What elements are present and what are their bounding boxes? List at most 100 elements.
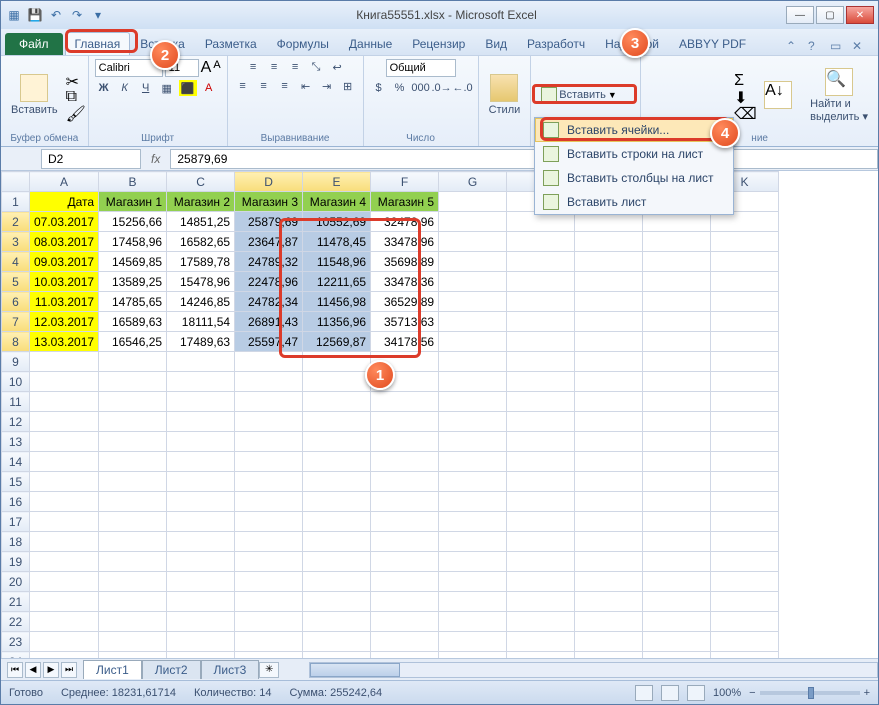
font-color-icon[interactable]: A [200, 80, 218, 96]
cell[interactable] [643, 332, 711, 352]
cell[interactable] [439, 452, 507, 472]
decrease-decimal-icon[interactable]: ←.0 [454, 80, 472, 96]
cell[interactable] [371, 572, 439, 592]
cell[interactable] [167, 552, 235, 572]
cell[interactable] [439, 432, 507, 452]
menu-insert-rows[interactable]: Вставить строки на лист [535, 142, 733, 166]
cell[interactable]: 11548,96 [303, 252, 371, 272]
sheet-tab-2[interactable]: Лист2 [142, 660, 201, 679]
cell[interactable]: 12.03.2017 [30, 312, 99, 332]
cell[interactable] [303, 632, 371, 652]
cell[interactable] [507, 612, 575, 632]
cell[interactable] [439, 472, 507, 492]
close-button[interactable]: ✕ [846, 6, 874, 24]
cell[interactable] [711, 312, 779, 332]
styles-button[interactable]: Стили [485, 72, 525, 118]
cell[interactable] [575, 352, 643, 372]
cell[interactable] [99, 532, 167, 552]
tab-developer[interactable]: Разработч [517, 32, 595, 55]
cell[interactable] [167, 452, 235, 472]
cell[interactable] [711, 572, 779, 592]
cell[interactable] [99, 372, 167, 392]
cell[interactable]: 12569,87 [303, 332, 371, 352]
sheet-tab-3[interactable]: Лист3 [201, 660, 260, 679]
cell[interactable] [711, 612, 779, 632]
cell[interactable] [99, 352, 167, 372]
cell[interactable] [30, 372, 99, 392]
col-header-D[interactable]: D [235, 172, 303, 192]
cell[interactable] [507, 312, 575, 332]
cell[interactable] [235, 572, 303, 592]
cell[interactable] [643, 532, 711, 552]
cell[interactable] [371, 532, 439, 552]
cell[interactable] [711, 272, 779, 292]
cell[interactable] [439, 212, 507, 232]
zoom-in-button[interactable]: + [864, 687, 870, 699]
cell[interactable] [575, 592, 643, 612]
cell[interactable] [643, 552, 711, 572]
row-header-23[interactable]: 23 [2, 632, 30, 652]
cell[interactable]: 33478,96 [371, 232, 439, 252]
align-right-icon[interactable]: ≡ [276, 78, 294, 94]
row-header-2[interactable]: 2 [2, 212, 30, 232]
row-header-20[interactable]: 20 [2, 572, 30, 592]
cell[interactable] [303, 492, 371, 512]
col-header-C[interactable]: C [167, 172, 235, 192]
cell[interactable] [303, 512, 371, 532]
cell[interactable] [643, 492, 711, 512]
cell[interactable] [575, 492, 643, 512]
cell[interactable] [235, 352, 303, 372]
cell-header[interactable]: Магазин 1 [99, 192, 167, 212]
sheet-nav-last[interactable]: ⏭ [61, 662, 77, 678]
cell[interactable] [643, 392, 711, 412]
cell[interactable] [303, 612, 371, 632]
view-layout-button[interactable] [661, 685, 679, 701]
cell[interactable]: 13589,25 [99, 272, 167, 292]
cell[interactable] [235, 492, 303, 512]
cell[interactable] [439, 612, 507, 632]
cell[interactable] [167, 632, 235, 652]
cell[interactable]: 25879,69 [235, 212, 303, 232]
cell[interactable] [371, 412, 439, 432]
cell[interactable] [30, 632, 99, 652]
cell[interactable] [643, 472, 711, 492]
cell[interactable] [303, 432, 371, 452]
merge-icon[interactable]: ⊞ [339, 78, 357, 94]
cell[interactable] [30, 512, 99, 532]
cell[interactable] [167, 652, 235, 659]
cell[interactable] [575, 332, 643, 352]
cell[interactable] [439, 372, 507, 392]
border-icon[interactable]: ▦ [158, 80, 176, 96]
cell[interactable]: 35698,89 [371, 252, 439, 272]
bold-icon[interactable]: Ж [95, 80, 113, 96]
find-select-button[interactable]: 🔍 Найти ивыделить ▾ [806, 66, 872, 125]
row-header-8[interactable]: 8 [2, 332, 30, 352]
cell[interactable]: 17489,63 [167, 332, 235, 352]
cell[interactable] [30, 592, 99, 612]
cell[interactable]: 11478,45 [303, 232, 371, 252]
cell[interactable]: 07.03.2017 [30, 212, 99, 232]
cell[interactable] [167, 532, 235, 552]
scroll-thumb[interactable] [310, 663, 400, 677]
cell[interactable] [30, 352, 99, 372]
cell[interactable] [30, 532, 99, 552]
save-icon[interactable]: 💾 [26, 6, 44, 24]
cell[interactable] [439, 392, 507, 412]
cut-icon[interactable]: ✂ [66, 72, 82, 86]
cell[interactable] [99, 652, 167, 659]
cell[interactable] [99, 412, 167, 432]
cell[interactable] [303, 552, 371, 572]
row-header-4[interactable]: 4 [2, 252, 30, 272]
cell[interactable] [507, 232, 575, 252]
cell[interactable] [507, 272, 575, 292]
cell[interactable] [303, 532, 371, 552]
cell[interactable]: 26891,43 [235, 312, 303, 332]
cell[interactable] [235, 592, 303, 612]
cell[interactable] [711, 292, 779, 312]
cell[interactable] [167, 412, 235, 432]
cell[interactable] [235, 512, 303, 532]
row-header-21[interactable]: 21 [2, 592, 30, 612]
row-header-18[interactable]: 18 [2, 532, 30, 552]
cell-header[interactable]: Магазин 3 [235, 192, 303, 212]
zoom-slider[interactable] [760, 691, 860, 695]
